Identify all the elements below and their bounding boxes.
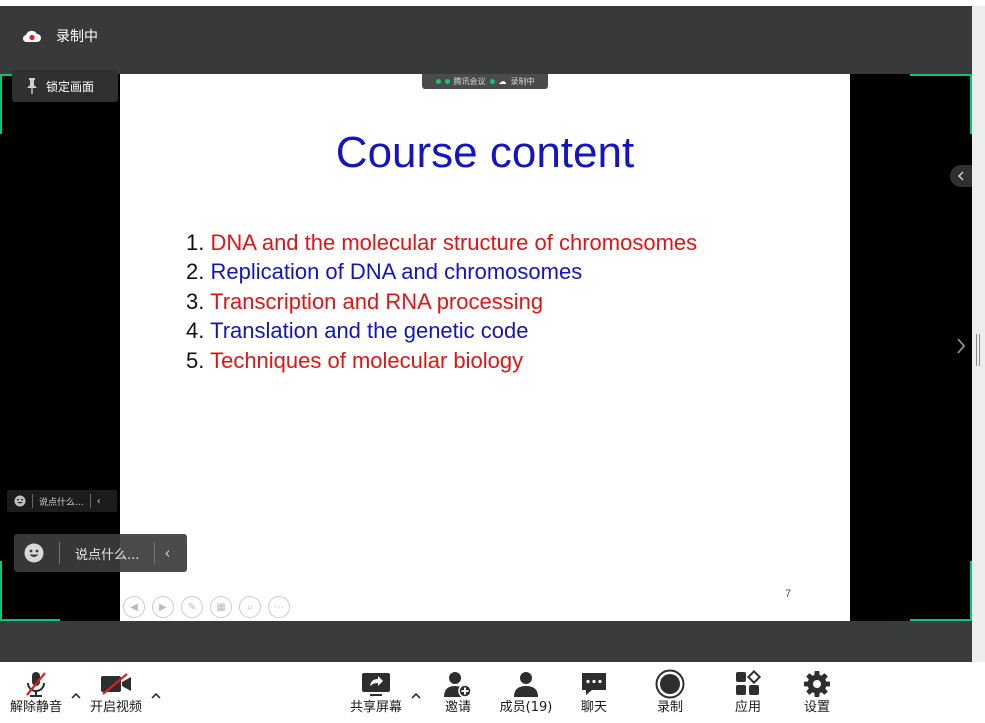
chat-bubble-icon xyxy=(582,673,606,695)
video-options-chevron-up-icon[interactable] xyxy=(150,684,162,703)
list-item-text: Translation and the genetic code xyxy=(210,318,529,344)
list-item-text: Replication of DNA and chromosomes xyxy=(210,259,583,285)
pin-icon xyxy=(27,78,37,94)
meeting-status-tag: 腾讯会议 ☁ 录制中 xyxy=(422,74,548,89)
record-label: 录制 xyxy=(656,700,683,715)
slide-page-number: 7 xyxy=(785,588,792,600)
lock-screen-button[interactable]: 锁定画面 xyxy=(12,70,118,102)
chevron-right-icon xyxy=(957,338,966,354)
members-label: 成员(19) xyxy=(499,700,553,715)
cloud-icon: ☁ xyxy=(498,77,507,86)
frame-corner-bottom-right xyxy=(910,561,972,621)
list-item-text: Transcription and RNA processing xyxy=(210,288,544,314)
next-slide-icon[interactable]: ▶ xyxy=(152,596,174,618)
add-user-icon xyxy=(444,672,472,698)
presentation-slide: Course content 1. DNA and the molecular … xyxy=(120,74,850,621)
slide-content-list: 1. DNA and the molecular structure of ch… xyxy=(186,228,826,375)
meeting-window: 录制中 Course content 1. DNA and the molecu… xyxy=(0,0,985,723)
record-button[interactable]: 录制 xyxy=(640,668,700,720)
status-dot-icon xyxy=(489,79,495,84)
pen-icon[interactable]: ✎ xyxy=(181,596,203,618)
audio-options-chevron-up-icon[interactable] xyxy=(70,684,82,703)
right-scrollbar[interactable] xyxy=(972,6,985,662)
previous-slide-icon[interactable]: ◀ xyxy=(123,596,145,618)
chat-button[interactable]: 聊天 xyxy=(564,668,624,720)
share-options-chevron-up-icon[interactable] xyxy=(410,684,422,703)
divider xyxy=(89,494,91,508)
unmute-button[interactable]: 解除静音 xyxy=(4,668,68,720)
chat-label: 聊天 xyxy=(580,700,607,715)
bottom-toolbar: 解除静音 开启视频 共享屏幕 邀请 成员(19) 聊天 录制 应用 设置 xyxy=(0,662,985,723)
zoom-icon[interactable]: ⌕ xyxy=(239,596,261,618)
slides-grid-icon[interactable]: ▦ xyxy=(210,596,232,618)
settings-label: 设置 xyxy=(803,700,830,715)
resize-handle[interactable] xyxy=(976,334,980,366)
share-screen-label: 共享屏幕 xyxy=(349,700,402,715)
chat-input[interactable]: 说点什么... ‹ xyxy=(14,534,187,572)
list-item: 3. Transcription and RNA processing xyxy=(186,288,544,314)
list-item: 2. Replication of DNA and chromosomes xyxy=(186,259,583,285)
side-scroll-arrow[interactable] xyxy=(955,336,967,360)
list-item: 4. Translation and the genetic code xyxy=(186,318,529,344)
invite-label: 邀请 xyxy=(444,700,471,715)
status-dot-icon xyxy=(435,79,441,84)
slide-navigation-tools: ◀ ▶ ✎ ▦ ⌕ ⋯ xyxy=(123,596,290,618)
slide-title: Course content xyxy=(335,128,635,177)
camera-off-icon xyxy=(101,673,131,695)
recording-status-text: 录制中 xyxy=(56,29,98,45)
emoji-icon xyxy=(14,495,26,507)
frame-corner-top-right xyxy=(910,74,972,134)
cloud-record-icon xyxy=(22,30,41,43)
start-video-button[interactable]: 开启视频 xyxy=(84,668,148,720)
list-item-text: Techniques of molecular biology xyxy=(210,347,524,373)
microphone-muted-icon xyxy=(26,672,46,697)
divider xyxy=(154,542,156,564)
user-icon xyxy=(514,672,538,697)
list-item: 1. DNA and the molecular structure of ch… xyxy=(186,230,698,255)
apps-label: 应用 xyxy=(734,700,761,715)
chevron-left-icon xyxy=(957,171,964,181)
stage-bottom-bar xyxy=(0,621,972,662)
collapse-chat-icon[interactable]: ‹ xyxy=(164,544,170,562)
emoji-icon[interactable] xyxy=(24,543,44,563)
meeting-recording-text: 录制中 xyxy=(510,77,535,86)
recording-indicator[interactable]: 录制中 xyxy=(22,26,98,46)
start-video-label: 开启视频 xyxy=(89,700,142,715)
status-dot-icon xyxy=(444,79,450,84)
share-screen-icon xyxy=(362,673,390,696)
invite-button[interactable]: 邀请 xyxy=(428,668,488,720)
unmute-label: 解除静音 xyxy=(9,700,62,715)
divider xyxy=(32,494,33,508)
gear-icon xyxy=(804,671,830,697)
lock-screen-label: 锁定画面 xyxy=(46,79,95,94)
more-icon[interactable]: ⋯ xyxy=(268,596,290,618)
record-icon xyxy=(655,669,685,699)
frame-corner-top-left xyxy=(0,74,12,134)
expand-panel-button[interactable] xyxy=(950,165,972,187)
top-bar: 录制中 xyxy=(0,6,972,74)
divider xyxy=(59,542,60,564)
apps-grid-icon xyxy=(736,670,762,695)
list-item-text: DNA and the molecular structure of chrom… xyxy=(210,230,698,255)
chat-input-mini[interactable]: 说点什么... ‹ xyxy=(7,490,117,512)
share-screen-button[interactable]: 共享屏幕 xyxy=(344,668,408,720)
settings-button[interactable]: 设置 xyxy=(787,668,847,720)
collapse-chat-icon[interactable]: ‹ xyxy=(97,496,101,507)
chat-placeholder-mini: 说点什么... xyxy=(39,497,84,508)
meeting-app-name: 腾讯会议 xyxy=(453,77,486,86)
list-item: 5. Techniques of molecular biology xyxy=(186,347,524,373)
apps-button[interactable]: 应用 xyxy=(718,668,778,720)
members-button[interactable]: 成员(19) xyxy=(496,668,556,720)
chat-placeholder: 说点什么... xyxy=(75,547,140,563)
